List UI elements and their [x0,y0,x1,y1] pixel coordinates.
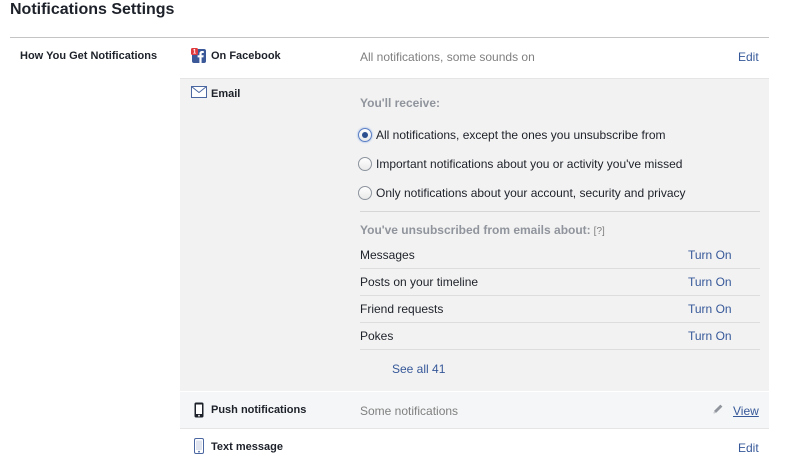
email-option-account-only[interactable]: Only notifications about your account, s… [358,185,686,201]
turn-on-link[interactable]: Turn On [688,275,732,289]
email-settings-panel: Email You'll receive: All notifications,… [180,79,769,391]
push-view-link[interactable]: View [733,404,759,418]
envelope-icon [191,86,207,102]
email-option-important[interactable]: Important notifications about you or act… [358,156,682,172]
radio-label: Important notifications about you or act… [376,157,683,171]
radio-label: Only notifications about your account, s… [376,186,686,200]
facebook-edit-link[interactable]: Edit [738,50,759,64]
receive-title: You'll receive: [360,96,440,110]
mobile-phone-icon [191,438,207,454]
unsubscribed-item-name: Friend requests [360,302,444,316]
unsubscribed-item-name: Pokes [360,329,394,343]
facebook-row-value: All notifications, some sounds on [360,50,535,64]
turn-on-link[interactable]: Turn On [688,302,732,316]
text-message-edit-link[interactable]: Edit [738,441,759,455]
unsubscribed-item: Messages Turn On [360,242,760,269]
push-row-value: Some notifications [360,404,459,418]
mobile-phone-icon [191,402,207,418]
unsubscribed-title-text: You've unsubscribed from emails about: [360,223,591,237]
page-title: Notifications Settings [10,1,175,18]
turn-on-link[interactable]: Turn On [688,329,732,343]
item-divider [360,349,760,350]
radio-button[interactable] [358,186,372,200]
unsubscribed-item: Friend requests Turn On [360,296,760,323]
pencil-icon[interactable] [712,403,724,415]
unsubscribed-item: Posts on your timeline Turn On [360,269,760,296]
radio-label: All notifications, except the ones you u… [376,128,666,142]
radio-button-checked[interactable] [358,128,372,142]
facebook-notifications-row: 1 On Facebook All notifications, some so… [180,38,769,78]
unsubscribed-item: Pokes Turn On [360,323,760,350]
unsubscribed-item-name: Messages [360,248,415,262]
text-message-row: Text message Edit [180,429,769,459]
unsubscribed-item-name: Posts on your timeline [360,275,479,289]
facebook-row-label: On Facebook [211,50,281,62]
see-all-link[interactable]: See all 41 [392,362,445,376]
email-row-label: Email [211,88,241,100]
help-link[interactable]: [?] [594,226,605,237]
turn-on-link[interactable]: Turn On [688,248,732,262]
options-divider [360,211,760,212]
facebook-notification-icon: 1 [191,48,207,64]
section-label: How You Get Notifications [20,50,158,62]
email-option-all[interactable]: All notifications, except the ones you u… [358,127,666,143]
push-notifications-row: Push notifications Some notifications Vi… [180,392,769,428]
push-row-label: Push notifications [211,404,307,416]
radio-button[interactable] [358,157,372,171]
unsubscribed-title: You've unsubscribed from emails about: [?… [360,223,605,239]
text-message-row-label: Text message [211,441,283,453]
